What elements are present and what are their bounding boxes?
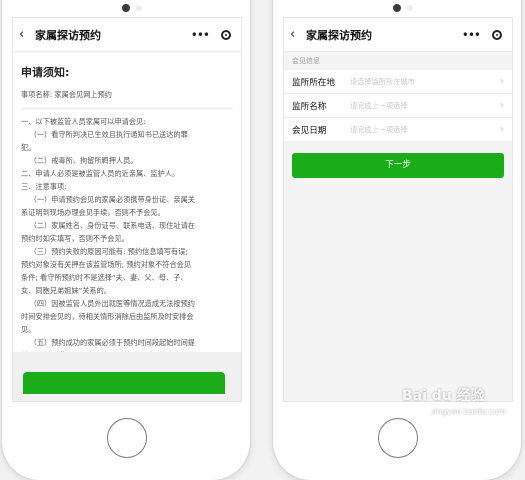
date-picker[interactable]: 请完成上一项选择 <box>350 125 500 135</box>
notice-line: （四）因被监管人员外出就医等情况造成无法按预约 <box>29 299 195 308</box>
camera-dot <box>393 4 401 12</box>
row-label: 会见日期 <box>292 125 327 136</box>
back-chevron-icon[interactable]: ‹ <box>19 27 31 42</box>
item-name: 事项名称: 家属会见网上预约 <box>21 90 233 109</box>
more-dots-icon[interactable]: ••• <box>191 28 210 42</box>
home-button[interactable] <box>107 418 147 458</box>
notice-line: 三、注意事项: <box>21 182 67 191</box>
nav-bar: ‹ 家属探访预约 ••• <box>13 18 241 52</box>
watermark: Bai du 经验 jingyan.baidu.com <box>402 388 506 420</box>
left-phone-frame: ‹ 家属探访预约 ••• 申请须知: 事项名称: 家属会见网上预约 一、以下被监… <box>2 0 250 480</box>
notice-line: 犯。 <box>21 143 36 152</box>
notice-line: 条件; 看守所预约时不是选择“夫、妻、父、母、子、 <box>21 273 188 282</box>
nav-title: 家属探访预约 <box>306 28 372 42</box>
notice-line: 预约对象没有关押在该监管场所; 预约对象不符合会见 <box>21 260 192 269</box>
row-label: 监所所在地 <box>292 77 335 88</box>
notice-panel: 申请须知: 事项名称: 家属会见网上预约 一、以下被监管人员家属可以申请会见: （… <box>13 52 241 375</box>
watermark-sub-text: jingyan.baidu.com <box>432 407 506 416</box>
form-row-date[interactable]: 会见日期 请完成上一项选择 › <box>284 118 512 141</box>
notice-line: （一）看守所判决已生效且执行通知书已送达的罪 <box>29 130 188 139</box>
notice-line: （五）预约成功的家属必须于预约时间段起始时间提 <box>29 338 195 347</box>
row-label: 监所名称 <box>292 101 327 112</box>
visit-form: 监所所在地 请选择监所所在城市 › 监所名称 请完成上一项选择 › 会见日期 请… <box>284 70 512 141</box>
left-screen: ‹ 家属探访预约 ••• 申请须知: 事项名称: 家属会见网上预约 一、以下被监… <box>12 17 242 402</box>
mini-program-capsule: ••• <box>462 28 506 42</box>
notice-line: （二）家属姓名、身份证号、联系电话、现住址请在 <box>29 221 195 230</box>
target-icon[interactable] <box>492 29 502 40</box>
notice-line: 时间安排会见的，待相关情形消除后由监所及时安排会 <box>21 312 194 321</box>
form-row-location[interactable]: 监所所在地 请选择监所所在城市 › <box>284 70 512 94</box>
form-row-facility[interactable]: 监所名称 请完成上一项选择 › <box>284 94 512 118</box>
page-background <box>284 139 512 401</box>
more-dots-icon[interactable]: ••• <box>462 28 481 42</box>
back-chevron-icon[interactable]: ‹ <box>290 27 302 42</box>
notice-line: 女、同胞兄弟姐妹”关系的。 <box>21 286 111 295</box>
next-step-button[interactable]: 下一步 <box>292 153 504 178</box>
sensor-dot <box>407 5 413 11</box>
notice-line: （二）戒毒所、拘留所羁押人员。 <box>29 156 138 165</box>
target-icon[interactable] <box>221 29 231 40</box>
camera-dot <box>122 4 130 12</box>
sensor-dot <box>136 5 142 11</box>
facility-picker[interactable]: 请完成上一项选择 <box>350 101 500 111</box>
notice-line: 系证明到现场办理会见手续，否则不予会见。 <box>21 208 165 217</box>
nav-bar: ‹ 家属探访预约 ••• <box>284 18 512 52</box>
notice-line: （一）申请预约会见的家属必须携带身份证、亲属关 <box>29 195 195 204</box>
chevron-right-icon: › <box>500 76 504 87</box>
notice-title: 申请须知: <box>21 66 70 79</box>
chevron-right-icon: › <box>500 100 504 111</box>
notice-line: 预约时如实填写，否则不予会见。 <box>21 234 129 243</box>
notice-line: （三）预约失败的原因可能有: 预约信息填写有误; <box>29 247 188 256</box>
confirm-button[interactable] <box>23 372 225 394</box>
right-screen: ‹ 家属探访预约 ••• 会见信息 监所所在地 请选择监所所在城市 › 监所名称… <box>283 17 513 402</box>
notice-line: 一、以下被监管人员家属可以申请会见: <box>21 117 146 126</box>
notice-body: 一、以下被监管人员家属可以申请会见: （一）看守所判决已生效且执行通知书已送达的罪… <box>21 109 233 375</box>
mini-program-capsule: ••• <box>191 28 235 42</box>
section-label: 会见信息 <box>284 52 512 70</box>
location-picker[interactable]: 请选择监所所在城市 <box>350 77 500 87</box>
notice-line: 见。 <box>21 325 36 334</box>
nav-title: 家属探访预约 <box>35 28 101 42</box>
chevron-right-icon: › <box>500 124 504 135</box>
watermark-logo-text: Bai du 经验 <box>402 388 485 404</box>
notice-line: 二、申请人必须是被监管人员的近亲属、监护人。 <box>21 169 180 178</box>
home-button[interactable] <box>378 418 418 458</box>
